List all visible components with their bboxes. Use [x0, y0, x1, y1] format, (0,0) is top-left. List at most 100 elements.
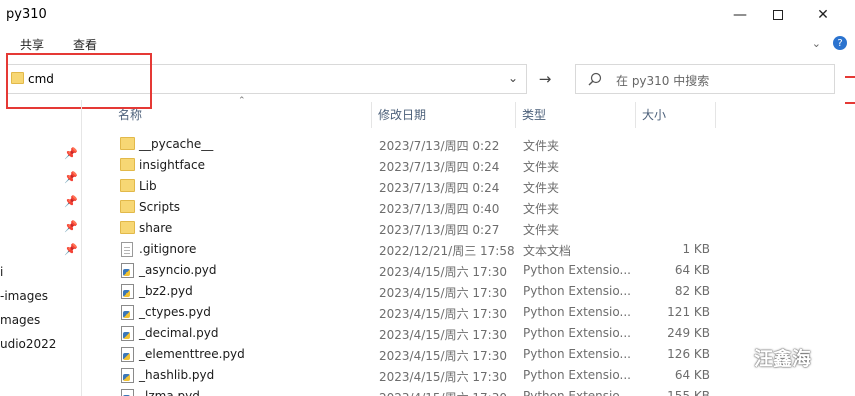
file-date: 2023/4/15/周六 17:30: [379, 389, 507, 396]
file-name: .gitignore: [139, 242, 197, 256]
title-bar: py310 — ✕: [0, 0, 855, 30]
file-date: 2023/4/15/周六 17:30: [379, 349, 507, 363]
file-row[interactable]: _asyncio.pyd 2023/4/15/周六 17:30 Python Ext…: [98, 260, 838, 281]
go-button[interactable]: →: [531, 64, 559, 94]
wechat-icon: [722, 344, 748, 371]
file-row[interactable]: share 2023/7/13/周四 0:27 文件夹: [98, 218, 838, 239]
nav-item[interactable]: -images: [0, 289, 48, 303]
file-date: 2023/7/13/周四 0:27: [379, 223, 500, 237]
tab-view[interactable]: 查看: [73, 36, 97, 53]
folder-icon: [120, 179, 135, 194]
file-row[interactable]: __pycache__ 2023/7/13/周四 0:22 文件夹: [98, 134, 838, 155]
navigation-pane: 📌 📌 📌 📌 📌 i -images mages udio2022: [0, 100, 82, 396]
file-type: Python Extensio...: [523, 368, 631, 382]
column-header-type[interactable]: 类型: [516, 102, 636, 128]
column-header-date[interactable]: 修改日期: [372, 102, 516, 128]
file-row[interactable]: _decimal.pyd 2023/4/15/周六 17:30 Python Ext…: [98, 323, 838, 344]
expand-ribbon-icon[interactable]: ⌄: [812, 37, 821, 50]
file-type: 文件夹: [523, 202, 560, 216]
ribbon: 共享 查看 ⌄ ?: [0, 30, 855, 56]
tab-share[interactable]: 共享: [20, 36, 44, 53]
column-header-size[interactable]: 大小: [636, 102, 716, 128]
file-type: Python Extensio...: [523, 389, 631, 396]
file-name: insightface: [139, 158, 206, 172]
file-row[interactable]: _bz2.pyd 2023/4/15/周六 17:30 Python Extensi…: [98, 281, 838, 302]
file-row[interactable]: .gitignore 2022/12/21/周三 17:58 文本文档 1 KB: [98, 239, 838, 260]
pin-icon[interactable]: 📌: [64, 243, 78, 256]
address-bar[interactable]: cmd ⌄: [6, 64, 527, 94]
help-icon[interactable]: ?: [833, 36, 847, 50]
search-input[interactable]: 在 py310 中搜索: [616, 72, 709, 89]
file-type: 文本文档: [523, 244, 572, 258]
maximize-icon: [773, 10, 783, 20]
file-row[interactable]: _ctypes.pyd 2023/4/15/周六 17:30 Python Exte…: [98, 302, 838, 323]
file-date: 2022/12/21/周三 17:58: [379, 244, 515, 258]
folder-icon: [120, 200, 135, 215]
file-row[interactable]: Lib 2023/7/13/周四 0:24 文件夹: [98, 176, 838, 197]
chevron-down-icon[interactable]: ⌄: [508, 71, 518, 85]
file-size: 121 KB: [667, 305, 710, 319]
file-row[interactable]: Scripts 2023/7/13/周四 0:40 文件夹: [98, 197, 838, 218]
file-name: share: [139, 221, 173, 235]
python-file-icon: [120, 326, 135, 341]
file-type: Python Extensio...: [523, 347, 631, 361]
file-name: _decimal.pyd: [139, 326, 219, 340]
file-type: Python Extensio...: [523, 263, 631, 277]
address-input[interactable]: cmd: [28, 72, 54, 86]
file-size: 126 KB: [667, 347, 710, 361]
file-date: 2023/7/13/周四 0:22: [379, 139, 500, 153]
annotation-mark: [845, 76, 855, 78]
search-icon: [588, 72, 602, 89]
minimize-icon: —: [733, 7, 747, 23]
file-type: 文件夹: [523, 223, 560, 237]
python-file-icon: [120, 263, 135, 278]
file-name: Lib: [139, 179, 157, 193]
search-box[interactable]: 在 py310 中搜索: [575, 64, 835, 94]
pin-icon[interactable]: 📌: [64, 220, 78, 233]
folder-icon: [120, 158, 135, 173]
file-size: 82 KB: [674, 284, 710, 298]
file-size: 249 KB: [667, 326, 710, 340]
file-name: _ctypes.pyd: [139, 305, 211, 319]
pin-icon[interactable]: 📌: [64, 195, 78, 208]
python-file-icon: [120, 368, 135, 383]
file-size: 64 KB: [674, 263, 710, 277]
python-file-icon: [120, 305, 135, 320]
maximize-button[interactable]: [755, 0, 801, 30]
file-date: 2023/4/15/周六 17:30: [379, 265, 507, 279]
watermark: 汪鑫海: [722, 344, 811, 371]
file-name: _hashlib.pyd: [139, 368, 215, 382]
nav-item[interactable]: mages: [0, 313, 40, 327]
file-date: 2023/4/15/周六 17:30: [379, 307, 507, 321]
file-date: 2023/4/15/周六 17:30: [379, 286, 507, 300]
file-name: _elementtree.pyd: [139, 347, 245, 361]
file-row[interactable]: _lzma.pyd 2023/4/15/周六 17:30 Python Extens…: [98, 386, 838, 396]
file-type: 文件夹: [523, 139, 560, 153]
python-file-icon: [120, 389, 135, 396]
arrow-right-icon: →: [538, 70, 552, 88]
nav-item[interactable]: i: [0, 265, 3, 279]
file-size: 155 KB: [667, 389, 710, 396]
pin-icon[interactable]: 📌: [64, 147, 78, 160]
file-name: _asyncio.pyd: [139, 263, 217, 277]
file-date: 2023/4/15/周六 17:30: [379, 370, 507, 384]
watermark-text: 汪鑫海: [754, 348, 812, 370]
pin-icon[interactable]: 📌: [64, 171, 78, 184]
close-button[interactable]: ✕: [800, 0, 846, 30]
file-date: 2023/4/15/周六 17:30: [379, 328, 507, 342]
file-date: 2023/7/13/周四 0:24: [379, 181, 500, 195]
column-header-name[interactable]: 名称: [112, 102, 372, 128]
file-type: Python Extensio...: [523, 305, 631, 319]
nav-item[interactable]: udio2022: [0, 337, 56, 351]
file-name: _lzma.pyd: [139, 389, 200, 396]
file-name: Scripts: [139, 200, 181, 214]
file-type: Python Extensio...: [523, 326, 631, 340]
file-type: 文件夹: [523, 181, 560, 195]
text-file-icon: [120, 242, 135, 257]
python-file-icon: [120, 347, 135, 362]
file-type: 文件夹: [523, 160, 560, 174]
annotation-mark: [845, 102, 855, 104]
file-row[interactable]: insightface 2023/7/13/周四 0:24 文件夹: [98, 155, 838, 176]
folder-icon: [120, 137, 135, 152]
file-date: 2023/7/13/周四 0:40: [379, 202, 500, 216]
